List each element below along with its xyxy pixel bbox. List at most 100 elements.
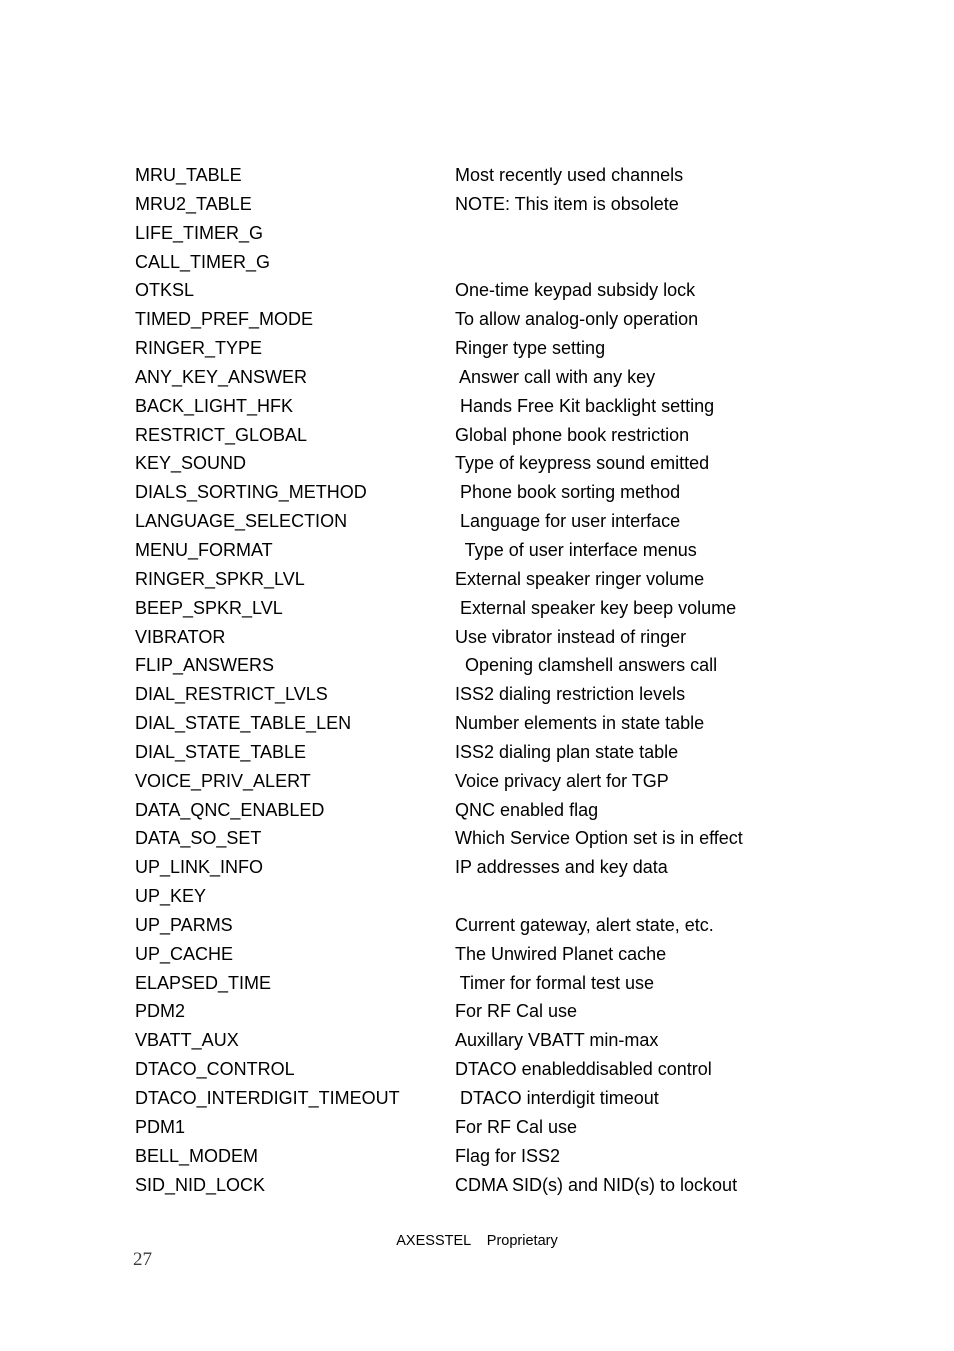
nv-item-name: VIBRATOR xyxy=(135,626,226,647)
nv-item-name: DTACO_INTERDIGIT_TIMEOUT xyxy=(135,1088,400,1108)
document-page: MRU_TABLE Most recently used channels MRU2… xyxy=(0,0,954,1351)
nv-item-description: QNC enabled flag xyxy=(455,799,599,820)
nv-item-description: CDMA SID(s) and NID(s) to lockout xyxy=(455,1174,738,1195)
nv-item-description: IP addresses and key data xyxy=(455,857,668,878)
nv-item-name: UP_KEY xyxy=(135,886,207,907)
nv-item-description: Current gateway, alert state, etc. xyxy=(455,914,714,935)
nv-item-description: NOTE: This item is obsolete xyxy=(455,193,679,214)
table-row: DATA_QNC_ENABLED QNC enabled flag xyxy=(135,796,895,825)
table-row: ELAPSED_TIME Timer for formal test use xyxy=(135,969,895,998)
table-row: FLIP_ANSWERS Opening clamshell answers c… xyxy=(135,651,895,680)
page-number: 27 xyxy=(133,1249,152,1270)
nv-item-description: For RF Cal use xyxy=(455,1001,578,1022)
table-row: MRU2_TABLE NOTE: This item is obsolete xyxy=(135,190,895,219)
nv-item-name: DIAL_STATE_TABLE_LEN xyxy=(135,713,352,734)
table-row: UP_LINK_INFO IP addresses and key data xyxy=(135,853,895,882)
table-row: LANGUAGE_SELECTION Language for user int… xyxy=(135,507,895,536)
table-row: LIFE_TIMER_G xyxy=(135,219,895,248)
nv-item-description: For RF Cal use xyxy=(455,1116,578,1137)
nv-item-name: CALL_TIMER_G xyxy=(135,251,271,272)
nv-item-description: Hands Free Kit backlight setting xyxy=(455,395,715,416)
table-row: UP_CACHE The Unwired Planet cache xyxy=(135,940,895,969)
nv-item-name: DATA_QNC_ENABLED xyxy=(135,799,325,820)
table-row: DIAL_STATE_TABLE_LEN Number elements in s… xyxy=(135,709,895,738)
table-row: BACK_LIGHT_HFK Hands Free Kit backlight … xyxy=(135,392,895,421)
table-row: OTKSL One-time keypad subsidy lock xyxy=(135,276,895,305)
nv-item-description: Timer for formal test use xyxy=(455,972,655,993)
nv-item-description: Auxillary VBATT min-max xyxy=(455,1030,659,1051)
table-row: DIALS_SORTING_METHOD Phone book sorting … xyxy=(135,478,895,507)
nv-item-name: BACK_LIGHT_HFK xyxy=(135,395,294,416)
nv-item-name: MRU2_TABLE xyxy=(135,193,252,214)
nv-item-description: ISS2 dialing restriction levels xyxy=(455,684,686,705)
table-row: RESTRICT_GLOBAL Global phone book restric… xyxy=(135,421,895,450)
nv-item-name: DIAL_STATE_TABLE xyxy=(135,741,307,762)
nv-item-name: MRU_TABLE xyxy=(135,165,242,185)
nv-item-name: UP_LINK_INFO xyxy=(135,857,264,878)
nv-item-name: SID_NID_LOCK xyxy=(135,1174,266,1195)
nv-item-description: Number elements in state table xyxy=(455,713,705,734)
nv-item-name: DATA_SO_SET xyxy=(135,828,262,849)
nv-item-name: BEEP_SPKR_LVL xyxy=(135,597,283,618)
nv-item-description: External speaker key beep volume xyxy=(455,597,737,618)
table-row: MENU_FORMAT Type of user interface menus xyxy=(135,536,895,565)
table-row: ANY_KEY_ANSWER Answer call with any key xyxy=(135,363,895,392)
nv-item-description: To allow analog-only operation xyxy=(455,309,699,330)
table-row: BELL_MODEM Flag for ISS2 xyxy=(135,1142,895,1171)
nv-item-name: VOICE_PRIV_ALERT xyxy=(135,770,311,791)
nv-item-description: DTACO enableddisabled control xyxy=(455,1059,712,1080)
nv-item-description: External speaker ringer volume xyxy=(455,568,705,589)
table-row: DTACO_CONTROL DTACO enableddisabled contr… xyxy=(135,1055,895,1084)
nv-item-name: DIAL_RESTRICT_LVLS xyxy=(135,684,328,705)
nv-item-name: LIFE_TIMER_G xyxy=(135,222,264,243)
table-row: CALL_TIMER_G xyxy=(135,248,895,277)
nv-item-description: Ringer type setting xyxy=(455,338,606,359)
nv-item-description: Type of user interface menus xyxy=(455,539,697,560)
nv-item-name: DIALS_SORTING_METHOD xyxy=(135,482,367,503)
table-row: UP_PARMS Current gateway, alert state, et… xyxy=(135,911,895,940)
nv-item-description: One-time keypad subsidy lock xyxy=(455,280,696,301)
nv-item-name: OTKSL xyxy=(135,280,195,301)
table-row: DIAL_STATE_TABLE ISS2 dialing plan state … xyxy=(135,738,895,767)
table-row: DTACO_INTERDIGIT_TIMEOUT DTACO interdigi… xyxy=(135,1084,895,1113)
nv-item-name: MENU_FORMAT xyxy=(135,539,273,560)
proprietary-notice: AXESSTEL Proprietary xyxy=(396,1233,558,1249)
nv-item-description: Voice privacy alert for TGP xyxy=(455,770,669,791)
table-row: BEEP_SPKR_LVL External speaker key beep … xyxy=(135,594,895,623)
nv-item-name: ANY_KEY_ANSWER xyxy=(135,366,308,387)
table-row: SID_NID_LOCK CDMA SID(s) and NID(s) to lo… xyxy=(135,1171,895,1200)
table-row: VOICE_PRIV_ALERT Voice privacy alert for … xyxy=(135,767,895,796)
nv-item-description: Type of keypress sound emitted xyxy=(455,453,710,474)
table-row: PDM1 For RF Cal use xyxy=(135,1113,895,1142)
table-row: RINGER_SPKR_LVL External speaker ringer v… xyxy=(135,565,895,594)
table-row: UP_KEY xyxy=(135,882,895,911)
nv-item-description: Which Service Option set is in effect xyxy=(455,828,743,849)
table-row: DATA_SO_SET Which Service Option set is i… xyxy=(135,824,895,853)
table-row: PDM2 For RF Cal use xyxy=(135,997,895,1026)
nv-item-name: PDM1 xyxy=(135,1116,186,1137)
nv-item-description: Phone book sorting method xyxy=(455,482,681,503)
nv-item-name: RESTRICT_GLOBAL xyxy=(135,424,308,445)
nv-item-description: Flag for ISS2 xyxy=(455,1145,561,1166)
table-row: RINGER_TYPE Ringer type setting xyxy=(135,334,895,363)
nv-item-description: Opening clamshell answers call xyxy=(455,655,718,676)
table-row: MRU_TABLE Most recently used channels xyxy=(135,161,895,190)
table-row: TIMED_PREF_MODE To allow analog-only oper… xyxy=(135,305,895,334)
nv-item-name: FLIP_ANSWERS xyxy=(135,655,275,676)
nv-item-name: RINGER_SPKR_LVL xyxy=(135,568,305,589)
table-row: KEY_SOUND Type of keypress sound emitted xyxy=(135,449,895,478)
nv-item-description: DTACO interdigit timeout xyxy=(455,1088,659,1108)
nv-item-description: ISS2 dialing plan state table xyxy=(455,741,679,762)
nv-item-name: KEY_SOUND xyxy=(135,453,247,474)
nv-item-name: LANGUAGE_SELECTION xyxy=(135,511,348,532)
nv-item-name: DTACO_CONTROL xyxy=(135,1059,295,1080)
nv-item-name: PDM2 xyxy=(135,1001,186,1022)
nv-item-name: UP_CACHE xyxy=(135,943,234,964)
table-row: VBATT_AUX Auxillary VBATT min-max xyxy=(135,1026,895,1055)
nv-item-name: ELAPSED_TIME xyxy=(135,972,272,993)
page-footer: AXESSTEL Proprietary xyxy=(0,1232,954,1250)
nv-item-description: Answer call with any key xyxy=(455,366,656,387)
nv-item-name: VBATT_AUX xyxy=(135,1030,239,1051)
nv-item-name: RINGER_TYPE xyxy=(135,338,263,359)
nv-item-name: TIMED_PREF_MODE xyxy=(135,309,314,330)
